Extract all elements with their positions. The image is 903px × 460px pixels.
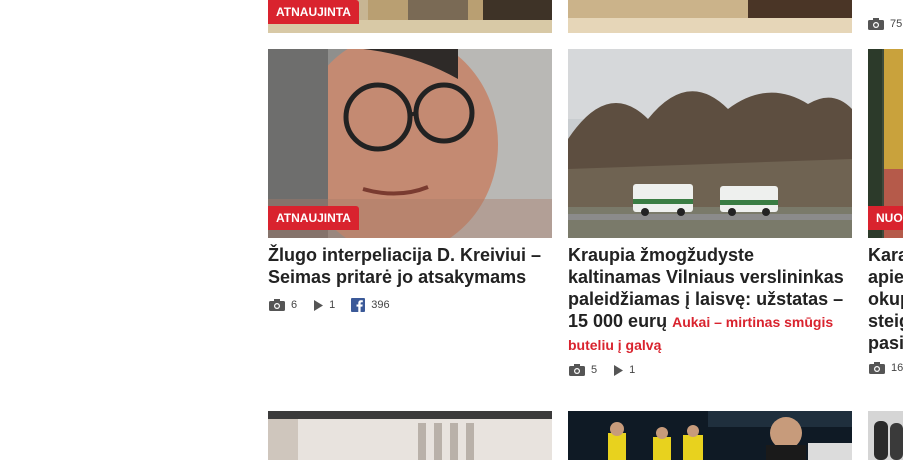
bottom-card-2-image[interactable]	[568, 411, 852, 460]
top-card-3-meta: 75	[868, 16, 902, 32]
card-3-title-line: apie	[868, 267, 903, 287]
card-2-photo	[568, 49, 852, 238]
bottom-card-3-photo	[868, 411, 903, 460]
card-3-title-line: okup	[868, 289, 903, 309]
card-3-title-line: steig	[868, 311, 903, 331]
top-card-1-badge: ATNAUJINTA	[268, 0, 359, 24]
card-2-video-count: 1	[629, 364, 636, 376]
card-3-badge: NUO	[868, 206, 903, 230]
card-1-meta: 6 1 396	[269, 297, 400, 313]
card-1-title[interactable]: Žlugo interpeliacija D. Kreiviui – Seima…	[268, 244, 552, 288]
card-3-title-line: Kara	[868, 245, 903, 265]
camera-icon	[569, 364, 585, 376]
bottom-card-3-image[interactable]	[868, 411, 903, 460]
card-3-title[interactable]: Kara apie okup steig pasi	[868, 244, 903, 354]
top-card-2-photo	[568, 0, 852, 33]
play-icon	[614, 364, 624, 376]
card-2-meta: 5 1	[569, 362, 645, 378]
bottom-card-1-photo	[268, 411, 552, 460]
bottom-card-2-photo	[568, 411, 852, 460]
card-1-share-count: 396	[371, 299, 390, 311]
card-1-badge: ATNAUJINTA	[268, 206, 359, 230]
camera-icon	[269, 299, 285, 311]
card-1-video-count: 1	[329, 299, 336, 311]
card-2-title[interactable]: Kraupia žmogžudyste kaltinamas Vilniaus …	[568, 244, 852, 356]
camera-icon	[869, 362, 885, 374]
top-card-2-image[interactable]	[568, 0, 852, 33]
card-1-photo-count: 6	[291, 299, 298, 311]
card-2-image[interactable]	[568, 49, 852, 238]
bottom-card-1-image[interactable]	[268, 411, 552, 460]
card-2-photo-count: 5	[591, 364, 598, 376]
card-3-meta: 16	[869, 360, 903, 376]
card-3-photo-count: 16	[891, 362, 903, 374]
top-card-3-photo-count: 75	[890, 18, 903, 30]
card-3-title-line: pasi	[868, 333, 903, 353]
play-icon	[314, 299, 324, 311]
facebook-icon	[351, 298, 366, 312]
camera-icon	[868, 18, 884, 30]
